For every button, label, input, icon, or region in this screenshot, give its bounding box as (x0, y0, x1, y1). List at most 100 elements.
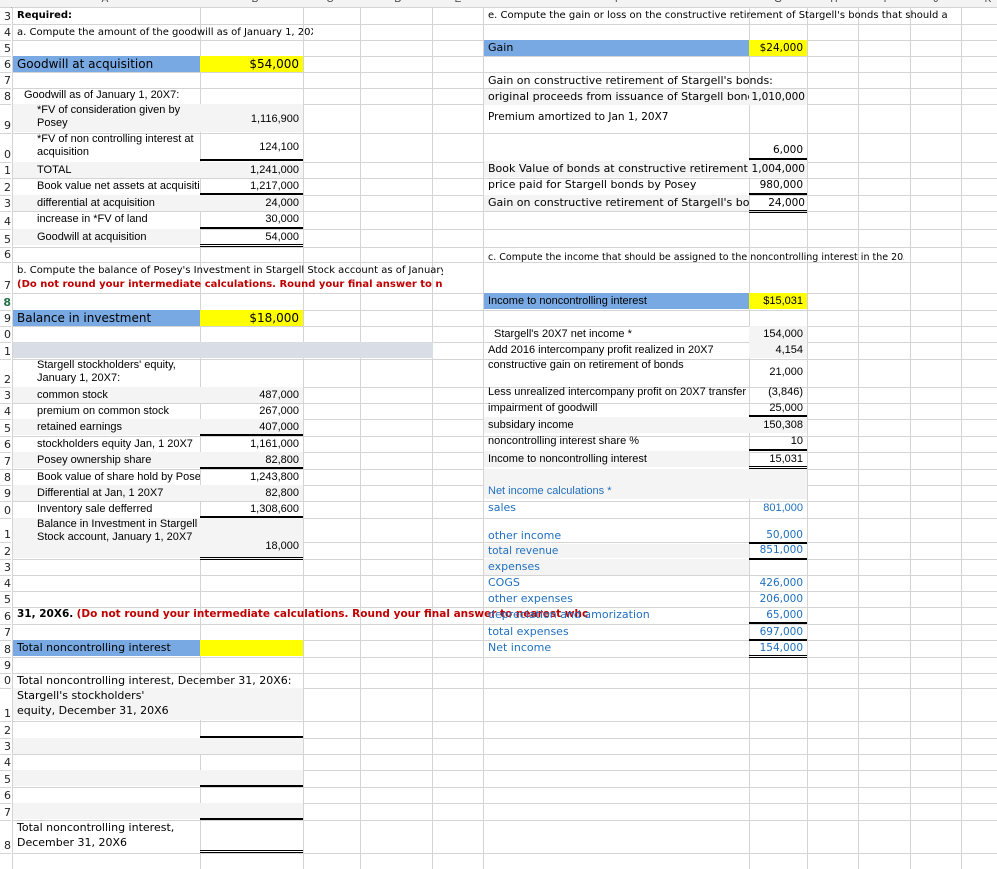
row-number[interactable]: 3 (0, 389, 11, 402)
equity-row-value[interactable]: 82,800 (200, 485, 303, 501)
net-income-row-value[interactable]: 697,000 (749, 624, 807, 641)
column-header-k[interactable]: K (978, 0, 997, 5)
row-number[interactable]: 9 (0, 119, 11, 132)
goodwill-row-value[interactable]: 24,000 (200, 195, 303, 211)
row-number[interactable]: 8 (0, 296, 11, 309)
row-number[interactable]: 2 (0, 181, 11, 194)
column-header-i[interactable]: I (875, 0, 895, 5)
nci-income-row-value[interactable]: 154,000 (749, 326, 807, 342)
row-number[interactable]: 3 (0, 561, 11, 574)
equity-row-value[interactable]: 267,000 (200, 403, 303, 419)
nci-answer-input[interactable] (200, 640, 303, 656)
row-number[interactable]: 4 (0, 215, 11, 228)
nci-income-row-value[interactable]: 15,031 (749, 451, 807, 469)
row-number[interactable]: 5 (0, 422, 11, 435)
investment-final-value[interactable]: 18,000 (200, 518, 303, 560)
gain-row-value[interactable]: 1,004,000 (749, 161, 807, 177)
nci-input[interactable] (200, 787, 303, 803)
nci-income-row-value[interactable]: 10 (749, 433, 807, 451)
row-number[interactable]: 1 (0, 345, 11, 358)
net-income-row-value[interactable]: 65,000 (749, 607, 807, 624)
row-number[interactable]: 3 (0, 740, 11, 753)
column-header-a[interactable]: A (95, 0, 115, 5)
nci-income-row-value[interactable]: 4,154 (749, 342, 807, 358)
nci-input[interactable] (200, 754, 303, 770)
net-income-row-value[interactable]: 206,000 (749, 591, 807, 607)
row-number[interactable]: 7 (0, 806, 11, 819)
nci-income-row-value[interactable]: 21,000 (749, 358, 807, 386)
equity-row-value[interactable]: 407,000 (200, 419, 303, 436)
column-header-c[interactable]: C (320, 0, 340, 5)
row-number[interactable]: 1 (0, 707, 11, 720)
column-header-h[interactable]: H (824, 0, 844, 5)
row-number[interactable]: 7 (0, 74, 11, 87)
row-number[interactable]: 4 (0, 756, 11, 769)
column-header-j[interactable]: J (926, 0, 946, 5)
equity-row-value[interactable]: 487,000 (200, 387, 303, 403)
row-number[interactable]: 4 (0, 577, 11, 590)
goodwill-row-value[interactable]: 1,116,900 (200, 104, 303, 132)
gain-row-value[interactable]: 6,000 (749, 140, 807, 160)
equity-row-value[interactable]: 1,161,000 (200, 436, 303, 452)
row-number[interactable]: 8 (0, 643, 11, 656)
net-income-row-value[interactable]: 426,000 (749, 575, 807, 591)
column-header-f[interactable]: F (608, 0, 628, 5)
row-number[interactable]: 4 (0, 405, 11, 418)
gain-row-value[interactable]: 1,010,000 (749, 89, 807, 105)
goodwill-row-value[interactable]: 124,100 (200, 133, 303, 161)
row-number[interactable]: 7 (0, 455, 11, 468)
gain-row-value[interactable]: 24,000 (749, 195, 807, 213)
goodwill-row-value[interactable]: 1,217,000 (200, 178, 303, 195)
row-number[interactable]: 6 (0, 789, 11, 802)
nci-income-row-value[interactable]: (3,846) (749, 384, 807, 400)
equity-row-value[interactable]: 1,243,800 (200, 469, 303, 485)
row-number[interactable]: 0 (0, 148, 11, 161)
row-number[interactable]: 1 (0, 528, 11, 541)
row-number[interactable]: 9 (0, 487, 11, 500)
net-income-row-value[interactable]: 851,000 (749, 544, 807, 560)
row-number[interactable]: 6 (0, 248, 11, 261)
nci-input[interactable] (200, 721, 303, 738)
row-number[interactable]: 9 (0, 659, 11, 672)
row-number[interactable]: 5 (0, 593, 11, 606)
row-number[interactable]: 7 (0, 626, 11, 639)
row-number[interactable]: 6 (0, 610, 11, 623)
nci-input[interactable] (200, 770, 303, 787)
net-income-row-value[interactable]: 801,000 (749, 500, 807, 516)
row-number[interactable]: 2 (0, 545, 11, 558)
equity-row-value[interactable]: 82,800 (200, 452, 303, 469)
goodwill-row-value[interactable]: 54,000 (200, 229, 303, 247)
row-number[interactable]: 0 (0, 328, 11, 341)
row-number[interactable]: 5 (0, 773, 11, 786)
nci-income-row-value[interactable]: 150,308 (749, 417, 807, 433)
row-number[interactable]: 6 (0, 58, 11, 71)
investment-answer-input[interactable]: $18,000 (200, 310, 303, 326)
row-number[interactable]: 1 (0, 164, 11, 177)
row-number[interactable]: 2 (0, 373, 11, 386)
row-number[interactable]: 0 (0, 674, 11, 687)
goodwill-row-value[interactable]: 1,241,000 (200, 162, 303, 178)
nci-final-input[interactable] (200, 820, 303, 853)
column-header-g[interactable]: G (768, 0, 788, 5)
column-header-e[interactable]: E (448, 0, 468, 5)
nci-input[interactable] (200, 738, 303, 754)
row-number[interactable]: 8 (0, 471, 11, 484)
nci-income-answer-input[interactable]: $15,031 (749, 293, 807, 309)
row-number[interactable]: 3 (0, 10, 11, 23)
row-number[interactable]: 7 (0, 279, 11, 292)
row-number[interactable]: 2 (0, 724, 11, 737)
equity-row-value[interactable]: 1,308,600 (200, 501, 303, 518)
row-number[interactable]: 9 (0, 312, 11, 325)
column-header-d[interactable]: D (388, 0, 408, 5)
gain-answer-input[interactable]: $24,000 (749, 40, 807, 56)
row-number[interactable]: 6 (0, 438, 11, 451)
gain-row-value[interactable]: 980,000 (749, 177, 807, 195)
row-number[interactable]: 8 (0, 839, 11, 852)
nci-input[interactable] (200, 803, 303, 820)
row-number[interactable]: 5 (0, 233, 11, 246)
net-income-row-value[interactable]: 50,000 (749, 528, 807, 544)
net-income-row-value[interactable]: 154,000 (749, 640, 807, 658)
nci-income-row-value[interactable]: 25,000 (749, 400, 807, 417)
goodwill-row-value[interactable]: 30,000 (200, 211, 303, 229)
row-number[interactable]: 3 (0, 197, 11, 210)
